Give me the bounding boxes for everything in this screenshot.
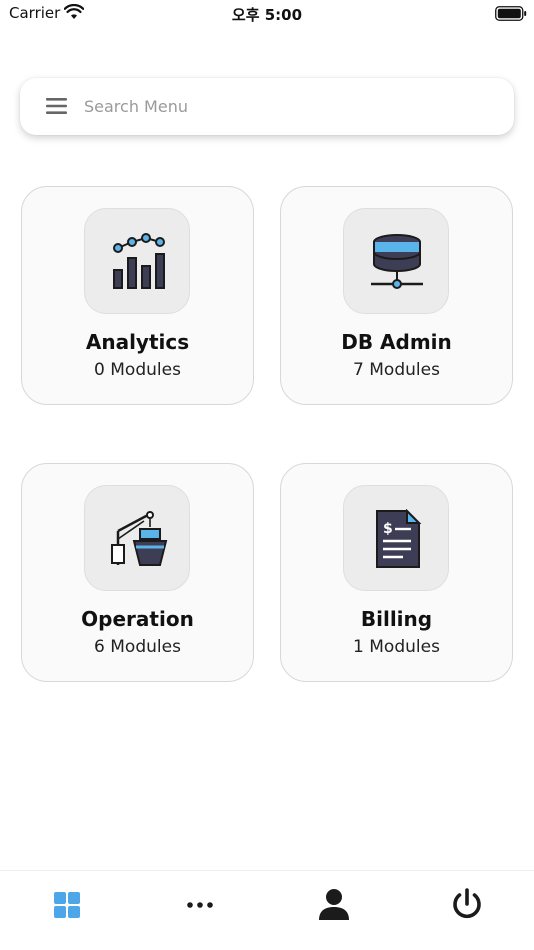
- card-db-admin[interactable]: DB Admin 7 Modules: [280, 186, 513, 405]
- menu-icon[interactable]: [46, 97, 68, 115]
- card-subtitle: 6 Modules: [94, 637, 181, 657]
- card-operation[interactable]: Operation 6 Modules: [21, 463, 254, 682]
- card-title: Analytics: [85, 330, 190, 354]
- status-time: 오후 5:00: [231, 6, 303, 24]
- card-title: DB Admin: [341, 330, 452, 354]
- card-subtitle: 7 Modules: [353, 360, 440, 380]
- port-crane-ship-icon: [111, 511, 168, 566]
- analytics-chart-icon: [113, 233, 165, 289]
- database-server-icon: [371, 234, 423, 289]
- svg-text:$: $: [383, 521, 393, 537]
- search-input[interactable]: [84, 88, 484, 125]
- more-dots-icon[interactable]: [180, 885, 220, 925]
- status-bar: Carrier 오후 5:00: [0, 0, 534, 28]
- db-admin-icon-box: [343, 208, 449, 314]
- card-billing[interactable]: $ Billing 1 Modules: [280, 463, 513, 682]
- analytics-icon-box: [84, 208, 190, 314]
- card-title: Billing: [360, 607, 433, 631]
- card-analytics[interactable]: Analytics 0 Modules: [21, 186, 254, 405]
- card-subtitle: 1 Modules: [353, 637, 440, 657]
- battery-icon: [495, 6, 527, 21]
- card-subtitle: 0 Modules: [94, 360, 181, 380]
- power-icon[interactable]: [447, 885, 487, 925]
- profile-person-icon[interactable]: [314, 885, 354, 925]
- operation-icon-box: [84, 485, 190, 591]
- card-title: Operation: [81, 607, 194, 631]
- dashboard-grid-icon[interactable]: [47, 885, 87, 925]
- search-bar[interactable]: [20, 78, 514, 135]
- nav-profile-button[interactable]: [314, 885, 354, 925]
- billing-icon-box: $: [343, 485, 449, 591]
- bottom-nav: [0, 870, 534, 950]
- nav-more-button[interactable]: [180, 885, 220, 925]
- nav-dashboard-button[interactable]: [47, 885, 87, 925]
- nav-logout-button[interactable]: [447, 885, 487, 925]
- invoice-document-icon: $: [376, 509, 422, 568]
